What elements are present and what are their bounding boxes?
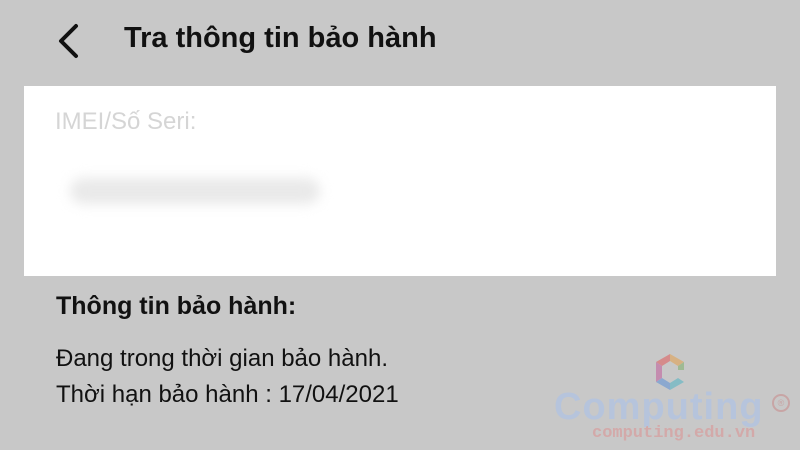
imei-label: IMEI/Số Seri: [55, 108, 197, 135]
warranty-section-title: Thông tin bảo hành: [56, 292, 297, 320]
watermark-domain: computing.edu.vn [592, 424, 756, 443]
watermark: Computing ® computing.edu.vn [548, 350, 790, 446]
registered-mark-icon: ® [772, 394, 790, 412]
imei-value-blurred[interactable] [70, 178, 320, 204]
warranty-expiry: Thời hạn bảo hành : 17/04/2021 [56, 381, 399, 408]
app-header: Tra thông tin bảo hành [0, 0, 800, 84]
page-title: Tra thông tin bảo hành [124, 22, 437, 54]
back-button[interactable] [50, 18, 90, 64]
imei-card: IMEI/Số Seri: [24, 86, 776, 276]
watermark-brand: Computing [554, 386, 764, 428]
chevron-left-icon [59, 24, 78, 58]
warranty-status: Đang trong thời gian bảo hành. [56, 345, 388, 372]
